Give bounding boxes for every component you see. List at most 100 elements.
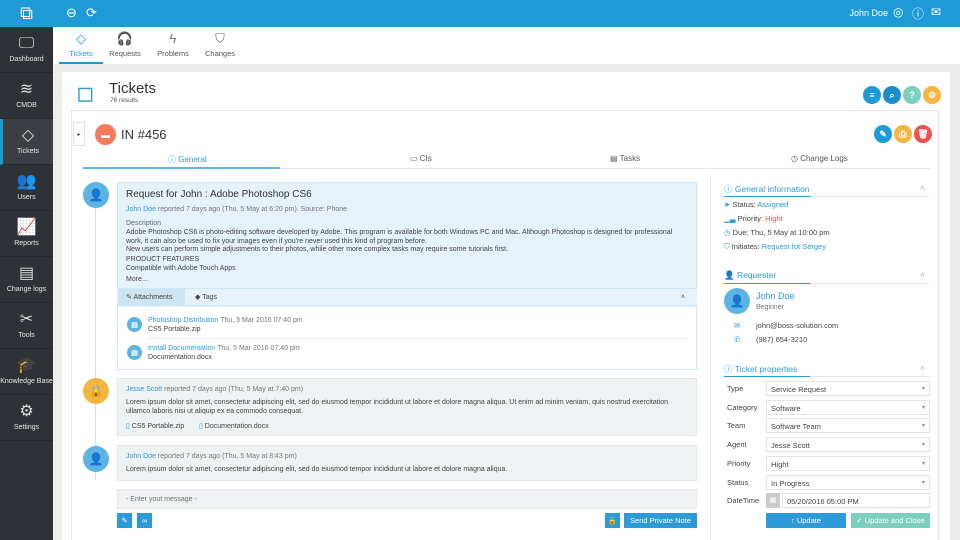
signal-icon: ▁▃ bbox=[724, 214, 738, 223]
sidebar-item-knowledge-base[interactable]: 🎓 Knowledge Base bbox=[0, 349, 53, 395]
description-text: Adobe Photoshop CS6 is photo-editing sof… bbox=[126, 229, 673, 245]
update-and-close-button[interactable]: ✓ Update and Close bbox=[851, 513, 930, 528]
field-label: Agent bbox=[727, 440, 747, 450]
chevron-up-icon[interactable]: ˄ bbox=[920, 270, 925, 280]
sidebar-item-dashboard[interactable]: 🖵 Dashboard bbox=[0, 27, 53, 73]
tab-general[interactable]: ⓘ General bbox=[168, 154, 207, 165]
sidebar-item-tools[interactable]: ✂ Tools bbox=[0, 303, 53, 349]
sidebar-item-tickets[interactable]: ◇ Tickets bbox=[0, 119, 53, 165]
author-link[interactable]: John Doe bbox=[126, 206, 156, 213]
sidebar-item-change-logs[interactable]: ▤ Change logs bbox=[0, 257, 53, 303]
tools-icon: ✂ bbox=[19, 310, 34, 328]
tab-cis[interactable]: ▭ CIs bbox=[410, 154, 432, 163]
more-link[interactable]: More... bbox=[126, 275, 148, 284]
status-value: Assigned bbox=[757, 200, 789, 209]
sidebar-item-label: Knowledge Base bbox=[0, 377, 53, 385]
message-input[interactable] bbox=[117, 489, 697, 509]
type-select[interactable]: Service Request bbox=[766, 381, 930, 396]
app-logo[interactable]: ⧉ bbox=[0, 0, 53, 27]
team-select[interactable]: Software Team bbox=[766, 418, 930, 434]
status-select[interactable]: In Progress bbox=[766, 474, 930, 490]
sidebar-item-cmdb[interactable]: ≋ CMDB bbox=[0, 73, 53, 119]
tab-attachments[interactable]: ✎ Attachments bbox=[118, 289, 185, 305]
priority-select[interactable]: Hight bbox=[766, 455, 930, 471]
general-info-header[interactable]: ⓘ General information ˄ bbox=[724, 183, 929, 197]
author-link[interactable]: Jesse Scott bbox=[126, 386, 162, 393]
ticket-properties-header[interactable]: ⓘ Ticket properties ˄ bbox=[724, 363, 929, 377]
edit-button[interactable]: ✎ bbox=[874, 125, 892, 143]
initiates-link[interactable]: Request fot Sergey bbox=[762, 242, 826, 251]
tab-problems[interactable]: ϟ Problems bbox=[151, 31, 195, 58]
sidebar-item-label: Change logs bbox=[6, 285, 47, 293]
expand-toggle[interactable]: ▸ bbox=[73, 122, 85, 146]
top-bar bbox=[0, 0, 960, 27]
comment-file[interactable]: ▯ Documentation.docx bbox=[199, 422, 269, 431]
chevron-up-icon[interactable]: ˄ bbox=[920, 363, 925, 373]
collapse-icon[interactable]: ˄ bbox=[681, 293, 685, 302]
search-button[interactable]: ⌕ bbox=[883, 86, 901, 104]
requester-header[interactable]: 👤 Requester ˄ bbox=[724, 270, 929, 284]
sidebar: (function(){const d=JSON.parse(document.… bbox=[0, 27, 53, 540]
requester-email[interactable]: john@boss-solution.com bbox=[756, 321, 838, 330]
print-button[interactable]: ⎙ bbox=[894, 125, 912, 143]
avatar: 🔒 bbox=[83, 378, 109, 404]
features-label: PRODUCT FEATURES bbox=[126, 256, 200, 263]
help-button[interactable]: ? bbox=[903, 86, 921, 104]
tag-icon: ◇ bbox=[76, 31, 86, 46]
sidebar-item-label: Tools bbox=[18, 331, 35, 339]
shield-icon: ⛉ bbox=[724, 242, 732, 251]
user-icon[interactable]: ◎ bbox=[893, 5, 903, 19]
sidebar-item-settings[interactable]: ⚙ Settings bbox=[0, 395, 53, 441]
shield-icon: ⛉ bbox=[215, 31, 225, 46]
tasks-icon: ▤ bbox=[610, 154, 620, 163]
tab-label: Attachments bbox=[133, 294, 173, 301]
column-divider bbox=[710, 175, 711, 540]
results-count: 76 results bbox=[110, 97, 139, 104]
laptop-icon: ▭ bbox=[410, 154, 420, 163]
tab-changes[interactable]: ⛉ Changes bbox=[198, 31, 242, 58]
attachment-link[interactable]: Photoshop Distribution bbox=[148, 317, 218, 324]
request-title: Request for John : Adobe Photoshop CS6 bbox=[126, 189, 312, 200]
field-label: Priority bbox=[727, 458, 751, 468]
update-button[interactable]: ↑ Update bbox=[766, 513, 846, 528]
attach-file-button[interactable]: ✎ bbox=[117, 513, 132, 528]
sidebar-item-users[interactable]: 👥 Users bbox=[0, 165, 53, 211]
timeline-line bbox=[95, 200, 96, 480]
chevron-up-icon[interactable]: ˄ bbox=[920, 183, 925, 193]
settings-button[interactable]: ⚙ bbox=[923, 86, 941, 104]
sidebar-item-reports[interactable]: 📈 Reports bbox=[0, 211, 53, 257]
field-label: Status bbox=[727, 477, 749, 487]
agent-select[interactable]: Jesse Scott bbox=[766, 437, 930, 453]
headset-icon: 🎧 bbox=[116, 31, 134, 46]
requester-name[interactable]: John Doe bbox=[756, 291, 795, 301]
help-icon[interactable]: ⓘ bbox=[912, 5, 924, 22]
refresh-icon[interactable]: ⟳ bbox=[86, 5, 97, 21]
lightning-icon: ϟ bbox=[169, 31, 177, 46]
attachment-file: Documentation.docx bbox=[148, 354, 212, 361]
back-icon[interactable]: ⊖ bbox=[66, 5, 77, 21]
category-select[interactable]: Software bbox=[766, 399, 930, 415]
tab-change-logs[interactable]: ◷ Change Logs bbox=[791, 154, 848, 163]
lock-button[interactable]: 🔒 bbox=[605, 513, 620, 528]
delete-button[interactable]: 🗑 bbox=[914, 125, 932, 143]
gear-icon: ⚙ bbox=[19, 402, 34, 420]
calendar-icon[interactable]: ▦ bbox=[766, 493, 780, 508]
send-private-note-button[interactable]: Send Private Note bbox=[624, 513, 697, 528]
log-icon: ▤ bbox=[18, 264, 35, 282]
mail-icon[interactable]: ✉ bbox=[931, 5, 941, 19]
user-name[interactable]: John Doe bbox=[849, 8, 888, 18]
list-view-button[interactable]: ≡ bbox=[863, 86, 881, 104]
attachment-link[interactable]: Install Documentation bbox=[148, 345, 215, 352]
tab-requests[interactable]: 🎧 Requests bbox=[103, 31, 147, 58]
datetime-input[interactable]: 05/20/2016 05:00 PM bbox=[782, 493, 930, 508]
comment-card bbox=[117, 445, 697, 481]
clock-icon: ◷ bbox=[724, 228, 733, 237]
avatar: 👤 bbox=[83, 182, 109, 208]
author-link[interactable]: John Doe bbox=[126, 453, 156, 460]
link-button[interactable]: ∞ bbox=[137, 513, 152, 528]
tab-tags[interactable]: ◆ Tags bbox=[195, 293, 217, 302]
tab-tickets[interactable]: ◇ Tickets bbox=[59, 31, 103, 64]
comment-file[interactable]: ▯ CS5 Portable.zip bbox=[126, 422, 184, 431]
tab-tasks[interactable]: ▤ Tasks bbox=[610, 154, 640, 163]
tab-label: CIs bbox=[419, 154, 432, 163]
